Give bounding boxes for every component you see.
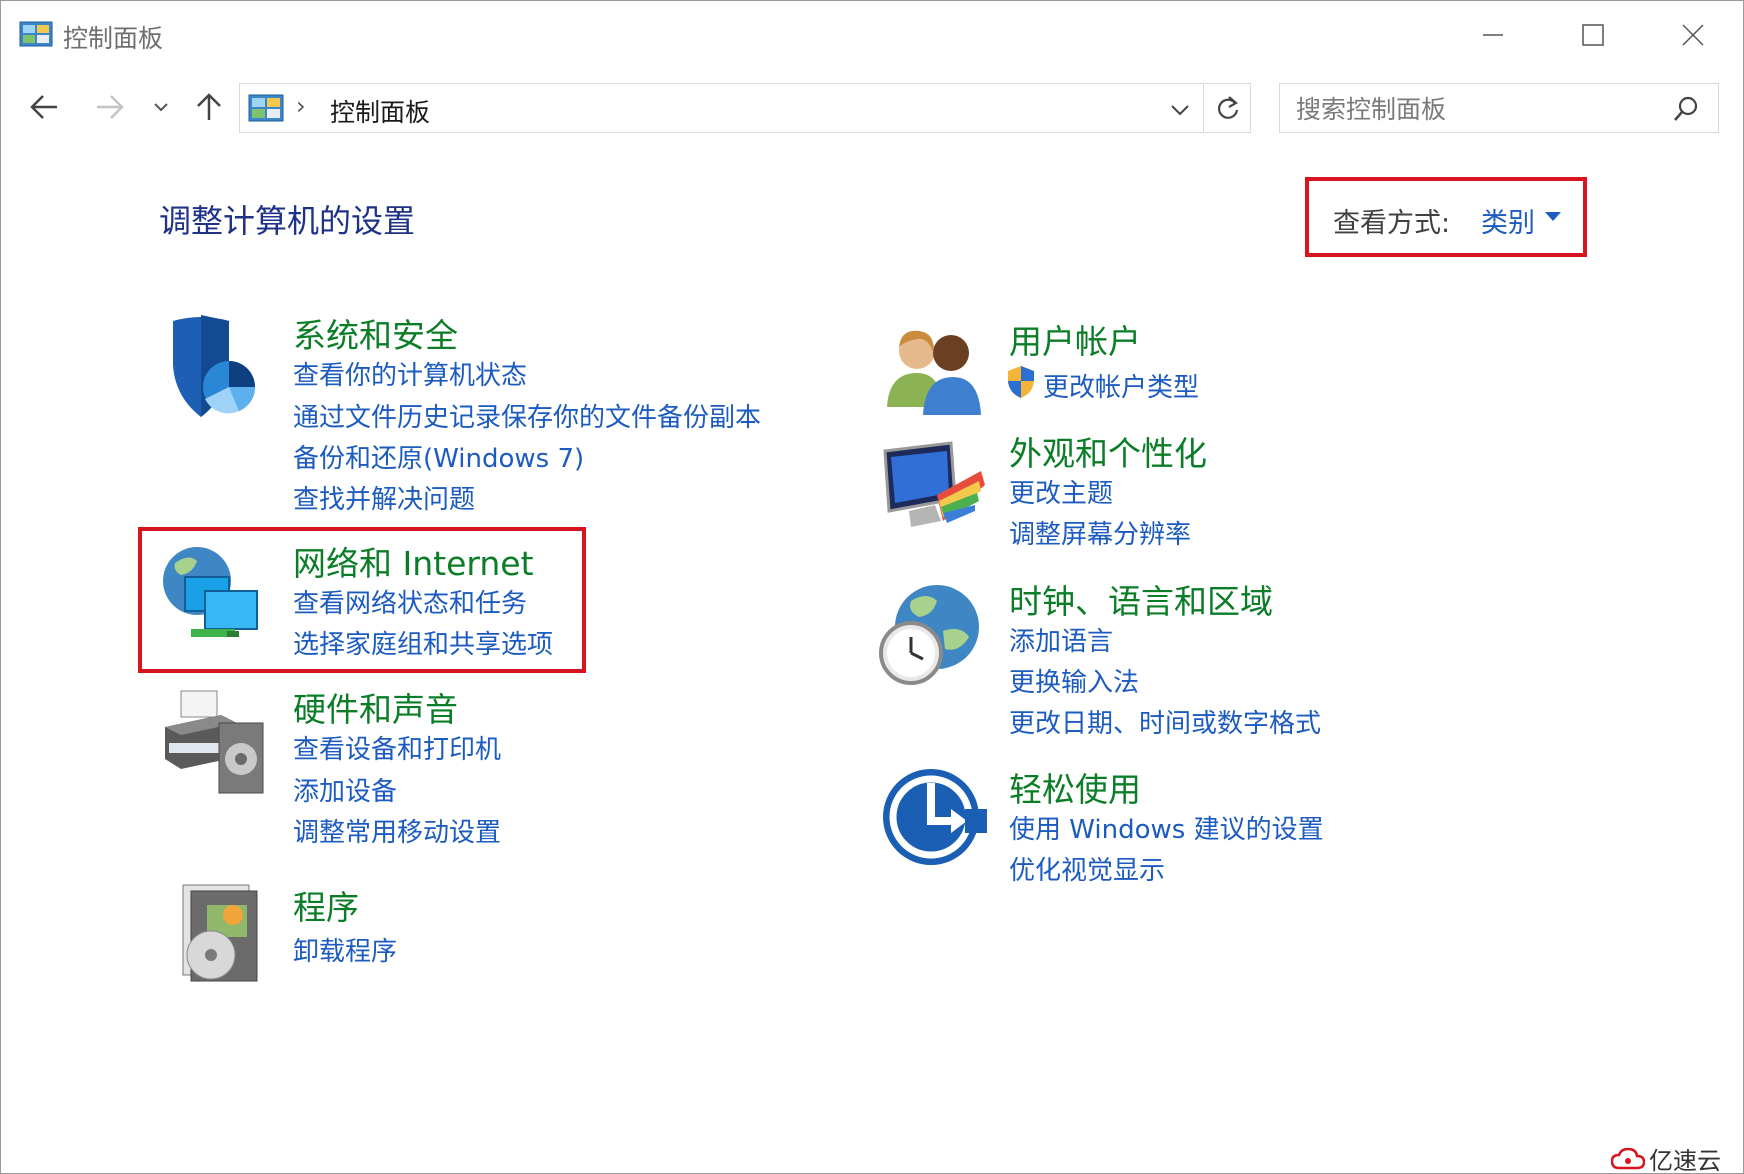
link-recommended-settings[interactable]: 使用 Windows 建议的设置 [1009, 809, 1324, 846]
breadcrumb-separator: › [296, 92, 306, 120]
search-input[interactable] [1296, 93, 1656, 125]
minimize-icon [1483, 34, 1503, 36]
link-file-history-backup[interactable]: 通过文件历史记录保存你的文件备份副本 [293, 397, 761, 434]
link-optimize-visual-display[interactable]: 优化视觉显示 [1009, 850, 1165, 887]
link-change-input-method[interactable]: 更换输入法 [1009, 662, 1139, 699]
link-backup-restore[interactable]: 备份和还原(Windows 7) [293, 438, 584, 475]
refresh-button[interactable] [1205, 83, 1251, 133]
link-date-time-format[interactable]: 更改日期、时间或数字格式 [1009, 703, 1321, 740]
address-bar[interactable]: › 控制面板 [239, 83, 1204, 133]
printer-speaker-icon[interactable] [161, 687, 271, 797]
search-icon[interactable] [1670, 94, 1702, 124]
link-add-device[interactable]: 添加设备 [293, 771, 397, 808]
shield-icon[interactable] [161, 313, 271, 423]
control-panel-icon [248, 94, 284, 122]
category-title-hardware-sound[interactable]: 硬件和声音 [293, 683, 458, 731]
network-globe-icon[interactable] [157, 541, 267, 651]
cloud-logo-icon [1611, 1147, 1645, 1169]
category-title-system-security[interactable]: 系统和安全 [293, 309, 458, 357]
link-add-language[interactable]: 添加语言 [1009, 621, 1113, 658]
link-uninstall-program[interactable]: 卸载程序 [293, 931, 397, 968]
breadcrumb-control-panel[interactable]: 控制面板 [330, 93, 430, 129]
link-screen-resolution[interactable]: 调整屏幕分辨率 [1009, 514, 1191, 551]
maximize-icon [1582, 24, 1604, 46]
address-history-button[interactable] [1165, 96, 1195, 124]
back-button[interactable] [21, 83, 67, 131]
uac-shield-icon [1008, 366, 1034, 398]
category-title-clock-language-region[interactable]: 时钟、语言和区域 [1009, 575, 1273, 623]
caret-down-icon[interactable] [1545, 212, 1561, 221]
page-title: 调整计算机的设置 [159, 202, 416, 240]
watermark-text: 亿速云 [1649, 1147, 1721, 1174]
link-homegroup-sharing[interactable]: 选择家庭组和共享选项 [293, 624, 553, 661]
view-by-label: 查看方式: [1333, 208, 1451, 239]
window-title: 控制面板 [63, 24, 164, 53]
link-view-computer-status[interactable]: 查看你的计算机状态 [293, 355, 527, 392]
chevron-down-icon [1171, 105, 1189, 116]
arrow-left-icon [30, 95, 57, 119]
monitor-palette-icon[interactable] [881, 441, 991, 551]
arrow-right-icon [97, 95, 124, 119]
link-troubleshoot[interactable]: 查找并解决问题 [293, 479, 475, 516]
close-button[interactable] [1643, 1, 1743, 69]
recent-locations-button[interactable] [147, 83, 175, 131]
chevron-down-icon [154, 103, 168, 112]
watermark: 亿速云 [1611, 1141, 1721, 1174]
minimize-button[interactable] [1443, 1, 1543, 69]
refresh-icon [1217, 96, 1238, 119]
up-button[interactable] [187, 83, 231, 131]
title-bar: 控制面板 [1, 1, 1743, 69]
programs-disc-icon[interactable] [171, 879, 281, 989]
link-change-account-type[interactable]: 更改帐户类型 [1043, 367, 1199, 404]
ease-of-access-icon[interactable] [879, 765, 989, 875]
control-panel-icon [19, 21, 53, 47]
users-icon[interactable] [881, 319, 991, 429]
link-network-status[interactable]: 查看网络状态和任务 [293, 583, 527, 620]
search-box [1279, 83, 1719, 133]
link-devices-printers[interactable]: 查看设备和打印机 [293, 729, 501, 766]
link-mobility-settings[interactable]: 调整常用移动设置 [293, 812, 501, 849]
view-by-control: 查看方式: 类别 [1305, 177, 1587, 257]
category-title-user-accounts[interactable]: 用户帐户 [1009, 315, 1141, 363]
view-by-dropdown[interactable]: 类别 [1481, 201, 1535, 240]
close-icon [1682, 24, 1704, 46]
forward-button[interactable] [87, 83, 133, 131]
arrow-up-icon [197, 93, 221, 120]
maximize-button[interactable] [1543, 1, 1643, 69]
category-title-appearance[interactable]: 外观和个性化 [1009, 427, 1207, 475]
link-change-theme[interactable]: 更改主题 [1009, 473, 1113, 510]
category-title-ease-of-access[interactable]: 轻松使用 [1009, 763, 1141, 811]
globe-clock-icon[interactable] [877, 581, 987, 691]
category-title-network-internet[interactable]: 网络和 Internet [293, 537, 534, 585]
control-panel-window: 控制面板 › 控制面板 搜索控制面板 调整计算机的设置 查看方式: 类别 系统和… [0, 0, 1744, 1174]
category-title-programs[interactable]: 程序 [293, 881, 359, 929]
